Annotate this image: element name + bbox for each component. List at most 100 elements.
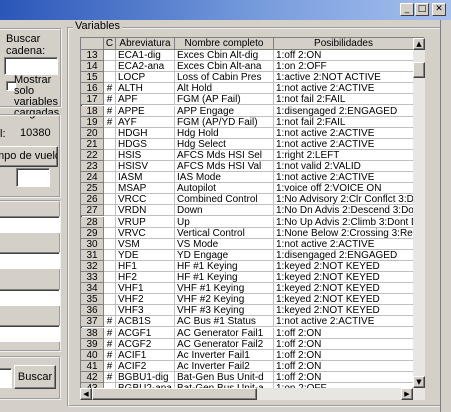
table-row[interactable]: 29 VRVC Vertical Control 1:None Below 2:Cro… xyxy=(81,227,414,239)
c-cell xyxy=(104,72,116,84)
search-button[interactable]: Buscar xyxy=(14,365,56,389)
table-row[interactable]: 14 ECA2-ana Exces Cbin Alt-ana 1:on 2:OFF xyxy=(81,61,414,73)
flight-time-button[interactable]: mpo de vuelo xyxy=(0,146,58,167)
field-4[interactable] xyxy=(0,325,60,342)
name-cell: Up xyxy=(175,216,274,228)
name-cell: Vertical Control xyxy=(175,227,274,239)
poss-cell: 1:off 2:ON xyxy=(274,50,414,62)
table-row[interactable]: 17 # APF FGM (AP Fail) 1:not fail 2:FAIL xyxy=(81,94,414,106)
row-number: 19 xyxy=(81,116,104,128)
name-cell: VS Mode xyxy=(175,238,274,250)
abbr-cell: APPE xyxy=(116,105,175,117)
header-name[interactable]: Nombre completo xyxy=(175,38,274,50)
table-row[interactable]: 38 # ACGF1 AC Generator Fail1 1:off 2:ON xyxy=(81,327,414,339)
scroll-right-icon[interactable]: ▶ xyxy=(401,388,413,400)
c-cell xyxy=(104,216,116,228)
abbr-cell: ACGF1 xyxy=(116,327,175,339)
search-label: Buscar cadena: xyxy=(6,33,46,57)
poss-cell: 1:right 2:LEFT xyxy=(274,149,414,161)
table-row[interactable]: 23 HSISV AFCS Mds HSI Val 1:not valid 2:VAL… xyxy=(81,161,414,173)
c-cell: # xyxy=(104,316,116,328)
name-cell: Loss of Cabin Pres xyxy=(175,72,274,84)
table-row[interactable]: 32 HF1 HF #1 Keying 1:keyed 2:NOT KEYED xyxy=(81,260,414,272)
c-cell: # xyxy=(104,349,116,361)
poss-cell: 1:keyed 2:NOT KEYED xyxy=(274,260,414,272)
name-cell: AC Bus #1 Status xyxy=(175,316,274,328)
table-row[interactable]: 21 HDGS Hdg Select 1:not active 2:ACTIVE xyxy=(81,138,414,150)
table-row[interactable]: 16 # ALTH Alt Hold 1:not active 2:ACTIVE xyxy=(81,83,414,95)
table-row[interactable]: 31 YDE YD Engage 1:disengaged 2:ENGAGED xyxy=(81,249,414,261)
name-cell: VHF #2 Keying xyxy=(175,294,274,306)
row-number: 15 xyxy=(81,72,104,84)
name-cell: AC Generator Fail1 xyxy=(175,327,274,339)
c-cell xyxy=(104,272,116,284)
header-poss[interactable]: Posibilidades xyxy=(274,38,414,50)
poss-cell: 1:not active 2:ACTIVE xyxy=(274,138,414,150)
row-number: 20 xyxy=(81,127,104,139)
abbr-cell: ACIF2 xyxy=(116,360,175,372)
search-input[interactable] xyxy=(4,57,58,75)
table-row[interactable]: 19 # AYF FGM (AP/YD Fail) 1:not fail 2:FAIL xyxy=(81,116,414,128)
poss-cell: 1:not active 2:ACTIVE xyxy=(274,316,414,328)
table-row[interactable]: 26 VRCC Combined Control 1:No Advisory 2:Cl… xyxy=(81,194,414,206)
poss-cell: 1:not active 2:ACTIVE xyxy=(274,238,414,250)
table-row[interactable]: 34 VHF1 VHF #1 Keying 1:keyed 2:NOT KEYED xyxy=(81,283,414,295)
horizontal-scroll-thumb[interactable] xyxy=(92,388,257,400)
header-abbr[interactable]: Abreviatura xyxy=(116,38,175,50)
field-3[interactable] xyxy=(0,289,60,306)
name-cell: FGM (AP Fail) xyxy=(175,94,274,106)
row-number: 16 xyxy=(81,83,104,95)
row-number: 38 xyxy=(81,327,104,339)
table-row[interactable]: 20 HDGH Hdg Hold 1:not active 2:ACTIVE xyxy=(81,127,414,139)
name-cell: HF #1 Keying xyxy=(175,260,274,272)
row-number: 31 xyxy=(81,249,104,261)
abbr-cell: ECA1-dig xyxy=(116,50,175,62)
abbr-cell: VRDN xyxy=(116,205,175,217)
table-row[interactable]: 22 HSIS AFCS Mds HSI Sel 1:right 2:LEFT xyxy=(81,149,414,161)
field-1[interactable] xyxy=(0,216,60,233)
scroll-left-icon[interactable]: ◀ xyxy=(80,388,92,400)
table-row[interactable]: 35 VHF2 VHF #2 Keying 1:keyed 2:NOT KEYED xyxy=(81,294,414,306)
table-row[interactable]: 37 # ACB1S AC Bus #1 Status 1:not active 2:A… xyxy=(81,316,414,328)
table-row[interactable]: 40 # ACIF1 Ac Inverter Fail1 1:off 2:ON xyxy=(81,349,414,361)
c-cell: # xyxy=(104,338,116,350)
table-row[interactable]: 25 MSAP Autopilot 1:voice off 2:VOICE ON xyxy=(81,183,414,195)
vertical-scroll-thumb[interactable] xyxy=(413,62,425,78)
table-row[interactable]: 39 # ACGF2 AC Generator Fail2 1:off 2:ON xyxy=(81,338,414,350)
scroll-up-icon[interactable]: ▲ xyxy=(413,38,425,50)
c-cell xyxy=(104,183,116,195)
c-cell xyxy=(104,283,116,295)
poss-cell: 1:voice off 2:VOICE ON xyxy=(274,183,414,195)
abbr-cell: ALTH xyxy=(116,83,175,95)
abbr-cell: APF xyxy=(116,94,175,106)
scroll-down-icon[interactable]: ▼ xyxy=(413,376,425,388)
header-c[interactable]: C xyxy=(104,38,116,50)
variables-grid[interactable]: C Abreviatura Nombre completo Posibilida… xyxy=(80,37,425,398)
table-row[interactable]: 13 ECA1-dig Exces Cbin Alt-dig 1:off 2:ON xyxy=(81,50,414,62)
name-cell: VHF #3 Keying xyxy=(175,305,274,317)
abbr-cell: ACB1S xyxy=(116,316,175,328)
row-number: 28 xyxy=(81,216,104,228)
count-prefix: l: xyxy=(0,128,6,140)
table-row[interactable]: 41 # ACIF2 Ac Inverter Fail2 1:off 2:ON xyxy=(81,360,414,372)
table-row[interactable]: 42 # BGBU1-dig Bat-Gen Bus Unit-d 1:off 2:ON xyxy=(81,371,414,383)
table-row[interactable]: 18 # APPE APP Engage 1:disengaged 2:ENGAGED xyxy=(81,105,414,117)
c-cell xyxy=(104,161,116,173)
table-row[interactable]: 28 VRUPUp1:No Up Advis 2:Climb 3:Dont Des… xyxy=(81,216,414,228)
table-row[interactable]: 24 IASM IAS Mode 1:not active 2:ACTIVE xyxy=(81,172,414,184)
maximize-button[interactable]: □ xyxy=(415,3,429,16)
row-number: 36 xyxy=(81,305,104,317)
table-row[interactable]: 30 VSM VS Mode 1:not active 2:ACTIVE xyxy=(81,238,414,250)
abbr-cell: BGBU1-dig xyxy=(116,371,175,383)
minimize-button[interactable]: _ xyxy=(400,3,414,16)
flight-time-input[interactable] xyxy=(16,168,50,187)
table-row[interactable]: 33 HF2 HF #1 Keying 1:keyed 2:NOT KEYED xyxy=(81,272,414,284)
table-row[interactable]: 27 VRDNDown1:No Dn Advis 2:Descend 3:Dont… xyxy=(81,205,414,217)
bottom-input[interactable] xyxy=(0,368,12,388)
table-row[interactable]: 36 VHF3 VHF #3 Keying 1:keyed 2:NOT KEYED xyxy=(81,305,414,317)
table-row[interactable]: 15 LOCP Loss of Cabin Pres 1:active 2:NOT A… xyxy=(81,72,414,84)
abbr-cell: ECA2-ana xyxy=(116,61,175,73)
field-2[interactable] xyxy=(0,252,60,269)
vertical-scrollbar[interactable] xyxy=(413,50,425,386)
close-button[interactable]: ✕ xyxy=(432,3,446,16)
